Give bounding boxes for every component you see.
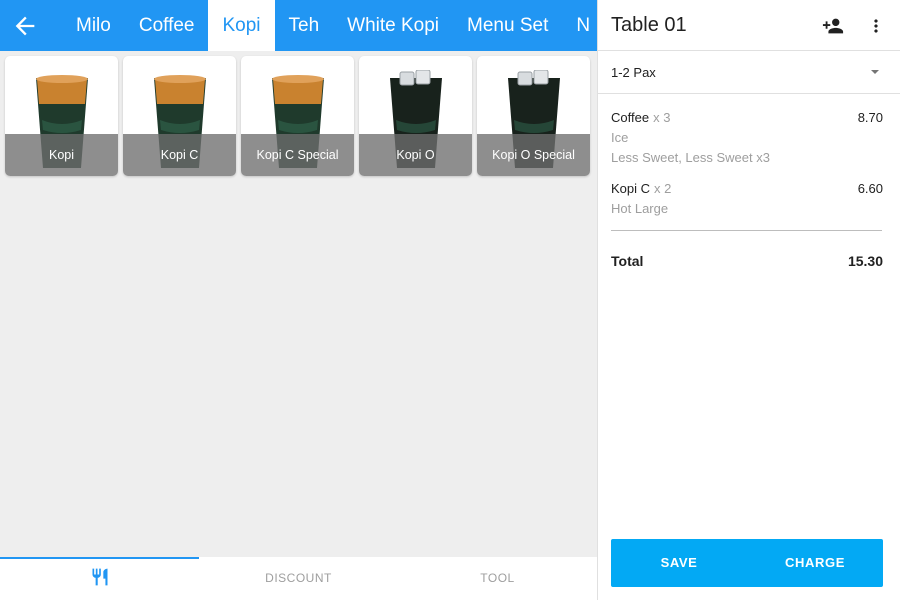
tab-coffee[interactable]: Coffee [125, 0, 209, 51]
item-qty: x 2 [654, 181, 672, 196]
table-title: Table 01 [611, 14, 687, 36]
order-item-kopi-c[interactable]: Kopi Cx 2 6.60 Hot Large [611, 181, 883, 219]
product-card-kopi-o[interactable]: Kopi O [359, 56, 472, 176]
nav-menu[interactable] [0, 557, 199, 600]
save-button[interactable]: SAVE [611, 539, 747, 587]
nav-tool[interactable]: TOOL [398, 557, 597, 600]
nav-discount[interactable]: DISCOUNT [199, 557, 398, 600]
total-label: Total [611, 253, 644, 269]
product-name: Kopi [5, 134, 118, 176]
order-total: Total 15.30 [611, 253, 883, 273]
arrow-left-icon [15, 16, 35, 36]
menu-pane: Milo Coffee Kopi Teh White Kopi Menu Set… [0, 0, 597, 600]
category-bar: Milo Coffee Kopi Teh White Kopi Menu Set… [0, 0, 597, 51]
pax-value: 1-2 Pax [611, 65, 656, 80]
item-modifier: Less Sweet, Less Sweet x3 [611, 150, 770, 165]
item-modifier: Hot Large [611, 201, 669, 216]
product-name: Kopi O [359, 134, 472, 176]
item-name: Coffee [611, 110, 650, 125]
product-card-kopi[interactable]: Kopi [5, 56, 118, 176]
product-name: Kopi O Special [477, 134, 590, 176]
tab-white-kopi[interactable]: White Kopi [333, 0, 453, 51]
more-vert-icon[interactable] [866, 15, 886, 37]
order-actions: SAVE CHARGE [611, 539, 883, 587]
tab-more-truncated[interactable]: N [562, 0, 597, 51]
bottom-nav: DISCOUNT TOOL [0, 557, 597, 600]
item-price: 8.70 [857, 110, 883, 125]
product-card-kopi-o-special[interactable]: Kopi O Special [477, 56, 590, 176]
item-qty: x 3 [653, 110, 671, 125]
tab-teh[interactable]: Teh [275, 0, 334, 51]
product-card-kopi-c-special[interactable]: Kopi C Special [241, 56, 354, 176]
category-tabs: Milo Coffee Kopi Teh White Kopi Menu Set… [62, 0, 597, 51]
product-name: Kopi C Special [241, 134, 354, 176]
charge-button[interactable]: CHARGE [747, 539, 883, 587]
tab-milo[interactable]: Milo [62, 0, 125, 51]
tab-kopi[interactable]: Kopi [208, 0, 275, 51]
product-name: Kopi C [123, 134, 236, 176]
fork-knife-icon [92, 568, 107, 586]
dropdown-caret-icon [871, 70, 879, 74]
order-header: Table 01 [598, 0, 900, 51]
product-grid: Kopi Kopi C Kopi C Special Kopi O Kopi O… [5, 56, 590, 176]
order-pane: Table 01 1-2 Pax Coffee x 3 8.70 Ice Less… [597, 0, 900, 600]
product-card-kopi-c[interactable]: Kopi C [123, 56, 236, 176]
total-value: 15.30 [847, 253, 883, 269]
order-item-coffee[interactable]: Coffee x 3 8.70 Ice Less Sweet, Less Swee… [611, 110, 883, 168]
add-person-icon[interactable] [822, 15, 844, 37]
item-price: 6.60 [857, 181, 883, 196]
total-divider [611, 230, 882, 231]
tab-menu-set[interactable]: Menu Set [453, 0, 562, 51]
pax-select[interactable]: 1-2 Pax [598, 51, 900, 94]
item-modifier: Ice [611, 130, 629, 145]
back-button[interactable] [11, 12, 39, 40]
item-name: Kopi C [611, 181, 651, 196]
